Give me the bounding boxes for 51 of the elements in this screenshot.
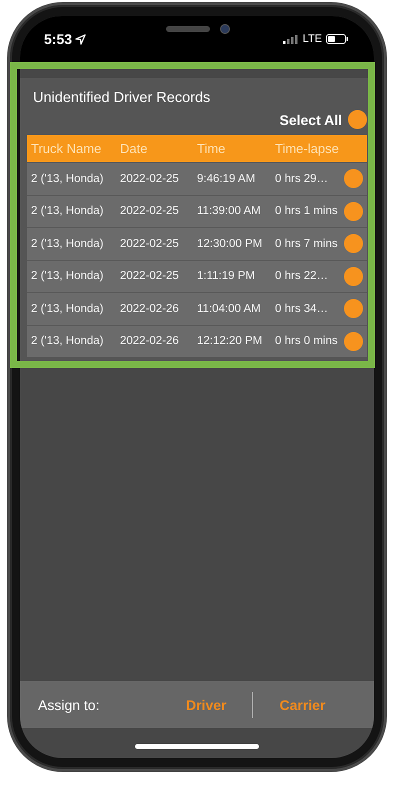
location-arrow-icon bbox=[75, 34, 86, 44]
table-cell-text: 2 ('13, Honda) bbox=[31, 205, 105, 218]
table-cell-text: 2 ('13, Honda) bbox=[31, 270, 105, 282]
record-row[interactable]: 2 ('13, Honda) 2022-02-25 11:39:00 AM 0 hrs 1 mins bbox=[27, 194, 367, 227]
network-label: LTE bbox=[302, 33, 322, 45]
table-cell-text: 2 ('13, Honda) bbox=[31, 172, 105, 185]
record-row[interactable]: 2 ('13, Honda) 2022-02-25 9:46:19 AM 0 hrs 29… bbox=[27, 162, 367, 194]
record-row[interactable]: 2 ('13, Honda) 2022-02-25 1:11:19 PM 0 hrs 22… bbox=[27, 260, 367, 292]
speaker-icon bbox=[166, 26, 210, 32]
table-cell-text: 2022-02-26 bbox=[120, 302, 180, 315]
column-header: Time bbox=[197, 141, 226, 156]
camera-icon bbox=[220, 24, 230, 34]
column-header: Time-lapse bbox=[275, 141, 340, 156]
status-time: 5:53 bbox=[44, 31, 86, 47]
row-radio[interactable] bbox=[344, 299, 363, 318]
table-cell-text: 12:12:20 PM bbox=[197, 335, 264, 348]
table-cell-text: 2022-02-25 bbox=[120, 238, 180, 250]
table-cell-text: 2 ('13, Honda) bbox=[31, 335, 105, 348]
battery-icon bbox=[326, 34, 348, 44]
table-cell-text: 0 hrs 22… bbox=[275, 270, 330, 282]
table-cell-text: 1:11:19 PM bbox=[197, 270, 256, 282]
table-cell-text: 2022-02-25 bbox=[120, 172, 180, 185]
table-cell-text: 0 hrs 1 mins bbox=[275, 205, 339, 218]
select-all-radio[interactable] bbox=[348, 110, 367, 129]
signal-icon bbox=[282, 34, 299, 44]
table-cell-text: 2022-02-25 bbox=[120, 205, 180, 218]
table-cell-text: 2022-02-25 bbox=[120, 270, 180, 282]
page-title: Unidentified Driver Records bbox=[32, 90, 212, 108]
table-cell-text: 2 ('13, Honda) bbox=[31, 302, 105, 315]
table-cell-text: 2 ('13, Honda) bbox=[31, 238, 105, 250]
row-radio[interactable] bbox=[344, 169, 363, 188]
select-all-label: Select All bbox=[279, 112, 342, 128]
table-cell-text: 11:39:00 AM bbox=[197, 205, 262, 218]
table-cell-text: 9:46:19 AM bbox=[197, 172, 256, 185]
table-cell-text: 0 hrs 7 mins bbox=[275, 238, 339, 250]
column-header: Truck Name bbox=[31, 141, 102, 156]
table-cell-text: 2022-02-26 bbox=[120, 335, 180, 348]
table-cell-text: 0 hrs 29… bbox=[275, 172, 330, 185]
record-row[interactable]: 2 ('13, Honda) 2022-02-26 11:04:00 AM 0 hrs 34… bbox=[27, 292, 367, 324]
table-cell-text: 0 hrs 0 mins bbox=[275, 335, 339, 348]
record-row[interactable]: 2 ('13, Honda) 2022-02-26 12:12:20 PM 0 hrs 0 mins bbox=[27, 324, 367, 357]
column-header: Date bbox=[120, 141, 148, 156]
table-cell-text: 0 hrs 34… bbox=[275, 302, 330, 315]
row-radio[interactable] bbox=[344, 332, 363, 351]
record-row[interactable]: 2 ('13, Honda) 2022-02-25 12:30:00 PM 0 hrs 7 mins bbox=[27, 227, 367, 260]
row-radio[interactable] bbox=[344, 202, 363, 221]
row-radio[interactable] bbox=[344, 266, 363, 286]
row-radio[interactable] bbox=[344, 234, 363, 254]
table-cell-text: 11:04:00 AM bbox=[197, 302, 262, 315]
assign-label: Assign to: bbox=[38, 696, 100, 712]
table-cell-text: 12:30:00 PM bbox=[197, 238, 264, 250]
